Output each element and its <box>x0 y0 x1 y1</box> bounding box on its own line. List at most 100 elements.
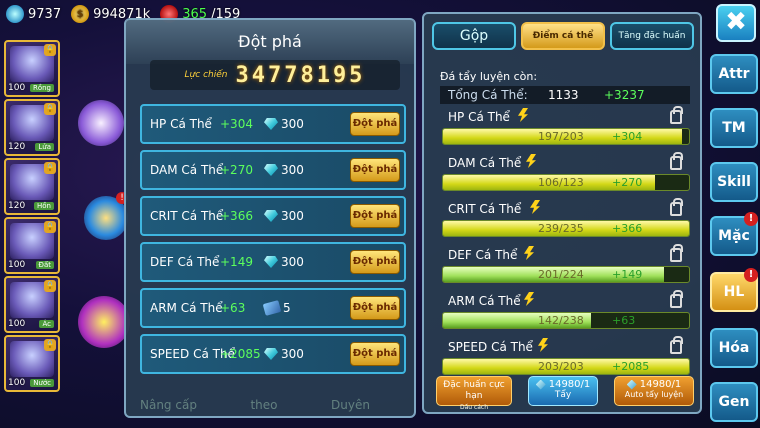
stat-progress: 239/235 <box>538 222 584 235</box>
element-tag: Rồng <box>29 84 54 92</box>
breakthrough-button[interactable]: Đột phá <box>350 342 400 366</box>
stat-progress: 106/123 <box>538 176 584 189</box>
side-button-costume[interactable]: Mặc! <box>710 212 758 256</box>
stat-increase: +304 <box>612 130 643 143</box>
combat-power-value: 34778195 <box>235 62 366 88</box>
stat-bonus: +270 <box>220 163 253 177</box>
side-button-hl[interactable]: HL! <box>710 268 758 312</box>
character-card[interactable]: 🔒 120 Lửa <box>4 99 60 156</box>
stat-progress: 203/203 <box>538 360 584 373</box>
element-tag: Ác <box>39 320 54 328</box>
alert-badge: ! <box>744 268 758 282</box>
tab-merge[interactable]: Gộp <box>432 22 516 50</box>
lightning-icon <box>538 338 548 352</box>
diamond-icon <box>264 210 278 222</box>
breakthrough-row-hp: HP Cá Thể +304 300 Đột phá <box>140 104 406 144</box>
cost: 300 <box>264 209 304 223</box>
diamond-icon <box>6 5 24 23</box>
side-button-transform[interactable]: Hóa <box>710 328 758 368</box>
lock-icon: 🔒 <box>44 162 56 174</box>
auto-wash-cost: 14980/1 <box>615 379 693 390</box>
cost-value: 300 <box>281 347 304 361</box>
side-button-label: Skill <box>717 174 751 190</box>
character-card[interactable]: 🔒 120 Hồn <box>4 158 60 215</box>
stat-bonus: +63 <box>220 301 246 315</box>
breakthrough-button[interactable]: Đột phá <box>350 250 400 274</box>
stat-name: HP Cá Thể <box>448 110 510 124</box>
combat-power-label: Lực chiến <box>184 70 228 80</box>
cost-value: 5 <box>283 301 291 315</box>
breakthrough-button[interactable]: Đột phá <box>350 296 400 320</box>
lock-icon: 🔒 <box>44 44 56 56</box>
lock-icon[interactable] <box>670 152 683 170</box>
cost-value: 300 <box>281 163 304 177</box>
tab-individual-points[interactable]: Điểm cá thể <box>521 22 605 50</box>
side-button-skill[interactable]: Skill <box>710 162 758 202</box>
wash-button[interactable]: 14980/1 Tẩy <box>528 376 598 406</box>
cost-value: 300 <box>281 117 304 131</box>
lock-icon[interactable] <box>670 336 683 354</box>
element-tag: Đất <box>35 261 54 269</box>
individual-points-panel: Gộp Điểm cá thể Tăng đặc huấn Đá tẩy luy… <box>422 12 702 414</box>
total-individual: Tổng Cá Thể: 1133 +3237 <box>440 86 690 104</box>
lock-icon[interactable] <box>670 244 683 262</box>
diamond-icon <box>264 256 278 268</box>
close-icon[interactable]: ✖ <box>716 4 756 42</box>
stat-name: DAM Cá Thể <box>448 156 522 170</box>
lock-icon[interactable] <box>670 106 683 124</box>
stat-progress: 201/224 <box>538 268 584 281</box>
side-button-label: Attr <box>718 66 750 82</box>
stat-bonus: +2085 <box>220 347 261 361</box>
stat-row-arm: ARM Cá Thể 142/238 +63 <box>442 290 692 338</box>
stat-row-def: DEF Cá Thể 201/224 +149 <box>442 244 692 292</box>
breakthrough-button[interactable]: Đột phá <box>350 158 400 182</box>
lock-icon: 🔒 <box>44 221 56 233</box>
remaining-stones-label: Đá tẩy luyện còn: <box>440 70 538 83</box>
auto-wash-button[interactable]: 14980/1 Auto tẩy luyện <box>614 376 694 406</box>
diamond-icon <box>264 164 278 176</box>
upgrade-label: Nâng cấp <box>140 398 197 412</box>
character-card[interactable]: 🔒 100 Rồng <box>4 40 60 97</box>
stat-name: ARM Cá Thể <box>150 301 223 315</box>
breakthrough-button[interactable]: Đột phá <box>350 204 400 228</box>
element-tag: Nước <box>30 379 54 387</box>
character-card[interactable]: 🔒 100 Nước <box>4 335 60 392</box>
lock-icon[interactable] <box>670 290 683 308</box>
gold-coin-icon: $ <box>71 5 90 23</box>
extreme-training-button[interactable]: Đặc huấn cực hạn Dấu cách <box>436 376 512 411</box>
cost: 300 <box>264 117 304 131</box>
lightning-icon <box>518 108 528 122</box>
follow-label: theo <box>250 398 278 412</box>
stat-row-crit: CRIT Cá Thể 239/235 +366 <box>442 198 692 246</box>
side-menu: ✖ Attr TM Skill Mặc! HL! Hóa Gen <box>706 0 760 428</box>
character-card[interactable]: 🔒 100 Ác <box>4 276 60 333</box>
side-button-label: HL <box>723 284 745 300</box>
lock-icon: 🔒 <box>44 339 56 351</box>
pet-icon[interactable] <box>78 100 124 146</box>
stat-name: SPEED Cá Thể <box>448 340 533 354</box>
character-level: 120 <box>8 142 26 152</box>
side-button-gen[interactable]: Gen <box>710 382 758 422</box>
character-level: 100 <box>8 260 26 270</box>
element-tag: Hồn <box>34 202 54 210</box>
side-button-label: Mặc <box>718 228 750 244</box>
scroll-icon <box>262 300 282 316</box>
tab-special-training[interactable]: Tăng đặc huấn <box>610 22 694 50</box>
cost-value: 300 <box>281 255 304 269</box>
formation-icon[interactable] <box>78 296 130 348</box>
breakthrough-button[interactable]: Đột phá <box>350 112 400 136</box>
character-card[interactable]: 🔒 100 Đất <box>4 217 60 274</box>
side-button-attr[interactable]: Attr <box>710 54 758 94</box>
stat-progress: 142/238 <box>538 314 584 327</box>
stat-bonus: +149 <box>220 255 253 269</box>
action-bar: Đặc huấn cực hạn Dấu cách 14980/1 Tẩy 14… <box>436 376 694 411</box>
extreme-training-label: Đặc huấn cực hạn <box>443 380 505 401</box>
lock-icon[interactable] <box>670 198 683 216</box>
cost: 300 <box>264 255 304 269</box>
side-button-label: Hóa <box>718 340 750 356</box>
side-button-tm[interactable]: TM <box>710 108 758 148</box>
alert-badge: ! <box>744 212 758 226</box>
cost-value: 300 <box>281 209 304 223</box>
stat-name: CRIT Cá Thể <box>150 209 224 223</box>
breakthrough-row-arm: ARM Cá Thể +63 5 Đột phá <box>140 288 406 328</box>
